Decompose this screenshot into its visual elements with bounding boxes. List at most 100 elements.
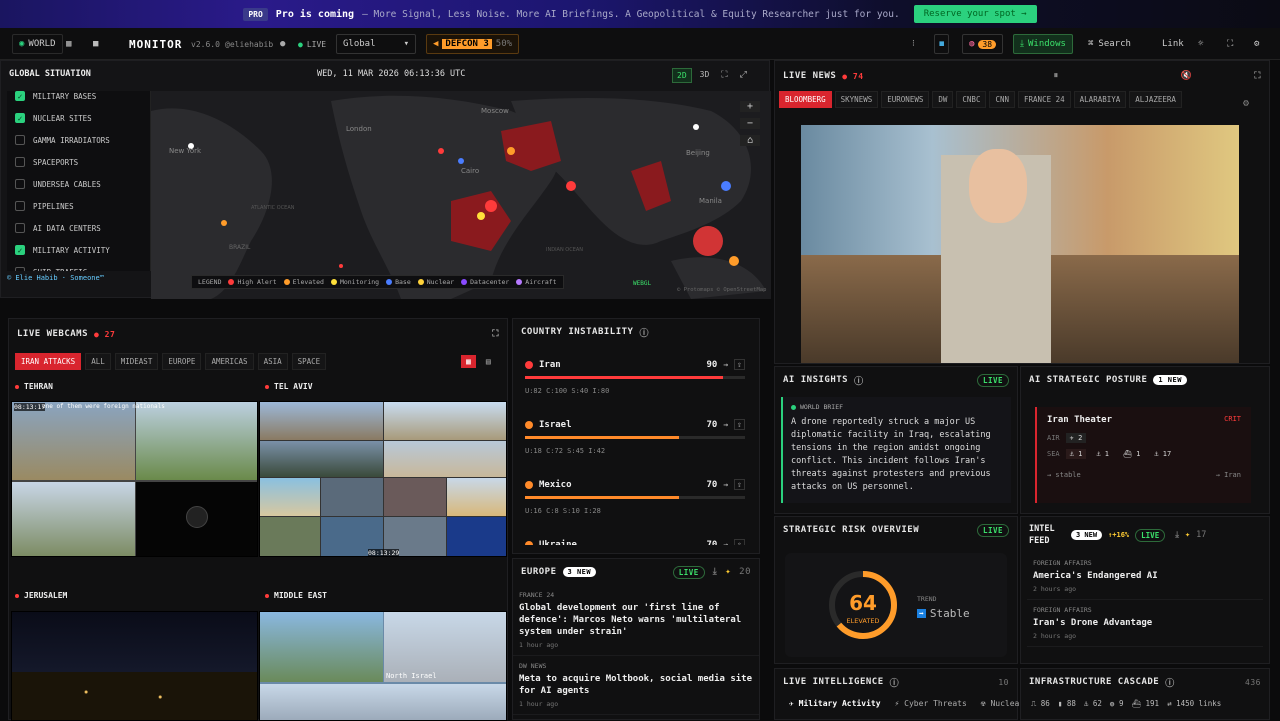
channel-tab[interactable]: DW <box>932 91 954 108</box>
layer-toggle[interactable]: ✓ MILITARY BASES <box>7 91 150 107</box>
download-icon[interactable]: ⤓ <box>1175 530 1179 540</box>
info-icon[interactable]: ⁝ <box>912 34 915 54</box>
help-icon[interactable]: ⓘ <box>854 374 864 387</box>
grid-icon[interactable]: ▦ <box>66 34 71 54</box>
region-select[interactable]: Global ▾ <box>336 34 416 54</box>
settings-gear-icon[interactable]: ⚙ <box>1254 34 1259 54</box>
windows-download-button[interactable]: ⤓ Windows <box>1013 34 1073 54</box>
mute-icon[interactable]: 🔇 <box>1181 71 1193 81</box>
news-video-player[interactable] <box>801 125 1239 363</box>
home-icon[interactable]: ⌂ <box>740 135 760 146</box>
mode-2d-button[interactable]: 2D <box>672 68 692 83</box>
layer-toggle[interactable]: PIPELINES <box>7 195 150 217</box>
fullscreen-icon[interactable]: ⛶ <box>1227 34 1233 54</box>
github-icon[interactable]: ● <box>280 34 285 54</box>
country-row[interactable]: Iran 90 → ⇪ U:82 C:100 S:40 I:80 <box>525 359 745 395</box>
telaviv-webcam[interactable]: 08:13:29 <box>259 401 507 557</box>
layer-toggle[interactable]: ✓ MILITARY ACTIVITY <box>7 239 150 261</box>
channel-tab[interactable]: CNBC <box>956 91 987 108</box>
share-icon[interactable]: ⇪ <box>734 479 745 490</box>
webcam-tab[interactable]: IRAN ATTACKS <box>15 353 82 370</box>
legend-dot-icon <box>330 279 337 285</box>
world-map[interactable]: Moscow London New York Cairo Beijing Man… <box>151 91 771 299</box>
country-row[interactable]: Israel 70 → ⇪ U:18 C:72 S:45 I:42 <box>525 419 745 455</box>
square-icon[interactable]: ■ <box>93 34 98 54</box>
ship-icon: ⚓ 1 <box>1065 449 1087 459</box>
channel-tab[interactable]: SKYNEWS <box>834 91 879 108</box>
alerts-button[interactable]: ◍ 38 <box>962 34 1004 54</box>
list-view-icon[interactable]: ▤ <box>481 355 496 368</box>
checkbox[interactable]: ✓ <box>15 91 25 101</box>
pause-icon[interactable]: ⏸ <box>1054 71 1059 81</box>
channel-tab[interactable]: ALARABIYA <box>1073 91 1127 108</box>
download-icon[interactable]: ⤓ <box>713 567 717 577</box>
zoom-in-button[interactable]: + <box>740 101 760 112</box>
zoom-out-button[interactable]: − <box>740 118 760 129</box>
help-icon[interactable]: ⓘ <box>639 326 649 339</box>
help-icon[interactable]: ⓘ <box>1165 676 1175 689</box>
webcam-tab[interactable]: MIDEAST <box>114 353 159 370</box>
layer-toggle[interactable]: SPACEPORTS <box>7 151 150 173</box>
news-item[interactable]: DW NEWS Meta to acquire Moltbook, social … <box>513 656 759 715</box>
tab-cyber-threats[interactable]: ⚡ Cyber Threats <box>895 699 967 708</box>
checkbox[interactable]: ✓ <box>15 245 25 255</box>
tab-nuclear[interactable]: ☢ Nuclear <box>981 699 1024 708</box>
channel-tab[interactable]: ALJAZEERA <box>1129 91 1182 108</box>
layer-toggle[interactable]: UNDERSEA CABLES <box>7 173 150 195</box>
country-row[interactable]: Mexico 70 → ⇪ U:16 C:8 S:10 I:28 <box>525 479 745 515</box>
checkbox[interactable] <box>15 201 25 211</box>
defcon-indicator[interactable]: ◀ DEFCON 3 50% <box>426 34 520 54</box>
share-icon[interactable]: ⇪ <box>734 359 745 370</box>
tehran-webcam[interactable]: 08:13:17 one of them were foreign nation… <box>11 401 258 557</box>
author-handle[interactable]: @eliehabib <box>225 34 273 54</box>
intel-item[interactable]: FOREIGN AFFAIRS Iran's Drone Advantage 2 h… <box>1027 600 1263 647</box>
checkbox[interactable] <box>15 157 25 167</box>
theme-toggle-icon[interactable]: ☼ <box>1198 34 1203 54</box>
svg-text:ATLANTIC OCEAN: ATLANTIC OCEAN <box>251 205 295 211</box>
sparkle-icon[interactable]: ✦ <box>1185 530 1190 540</box>
webcam-tab[interactable]: ALL <box>85 353 111 370</box>
expand-icon[interactable]: ⛶ <box>492 329 499 339</box>
webcam-tab[interactable]: SPACE <box>291 353 327 370</box>
window-icon[interactable]: ◼ <box>934 34 950 54</box>
tab-military-activity[interactable]: ✈ Military Activity <box>789 699 881 708</box>
iran-theater-card[interactable]: Iran Theater CRIT AIR ✈ 2 SEA ⚓ 1 ⚓ 1 ⛴ 1 ⚓ 17… <box>1035 407 1251 503</box>
expand-icon[interactable]: ⛶ <box>717 68 731 83</box>
layer-toggle[interactable]: AI DATA CENTERS <box>7 217 150 239</box>
checkbox[interactable] <box>15 179 25 189</box>
collapse-icon[interactable]: ⤢ <box>736 68 751 83</box>
layer-toggle[interactable]: SHIP TRAFFIC <box>7 261 150 271</box>
channel-tab[interactable]: FRANCE 24 <box>1018 91 1071 108</box>
channel-tab[interactable]: EURONEWS <box>881 91 930 108</box>
checkbox[interactable] <box>15 135 25 145</box>
webcam-tab[interactable]: ASIA <box>257 353 288 370</box>
news-item[interactable]: FRANCE 24 Global development our 'first l… <box>513 585 759 656</box>
search-button[interactable]: ⌘ Search <box>1088 34 1131 54</box>
country-row[interactable]: Ukraine 70 → ⇪ <box>525 539 745 545</box>
svg-text:ELEVATED: ELEVATED <box>847 617 880 625</box>
grid-view-icon[interactable]: ▦ <box>461 355 476 368</box>
share-icon[interactable]: ⇪ <box>734 419 745 430</box>
channel-tab[interactable]: BLOOMBERG <box>779 91 832 108</box>
reserve-spot-button[interactable]: Reserve your spot → <box>913 5 1037 23</box>
checkbox[interactable]: ✓ <box>15 113 25 123</box>
world-variant-button[interactable]: ◉ WORLD <box>12 34 63 54</box>
checkbox[interactable] <box>15 223 25 233</box>
settings-gear-icon[interactable]: ⚙ <box>1243 98 1249 109</box>
middle-east-webcam[interactable]: North Israel <box>259 611 507 721</box>
sparkle-icon[interactable]: ✦ <box>725 567 731 577</box>
expand-icon[interactable]: ⛶ <box>1254 71 1261 81</box>
mode-3d-button[interactable]: 3D <box>696 68 714 83</box>
jerusalem-webcam[interactable] <box>11 611 258 721</box>
link-button[interactable]: Link <box>1162 34 1184 54</box>
help-icon[interactable]: ⓘ <box>890 676 900 689</box>
webcam-tab[interactable]: AMERICAS <box>205 353 254 370</box>
svg-text:Moscow: Moscow <box>481 107 509 115</box>
checkbox[interactable] <box>15 267 25 271</box>
layer-toggle[interactable]: ✓ NUCLEAR SITES <box>7 107 150 129</box>
share-icon[interactable]: ⇪ <box>734 539 745 545</box>
webcam-tab[interactable]: EUROPE <box>162 353 202 370</box>
channel-tab[interactable]: CNN <box>989 91 1016 108</box>
layer-toggle[interactable]: GAMMA IRRADIATORS <box>7 129 150 151</box>
intel-item[interactable]: FOREIGN AFFAIRS America's Endangered AI 2 … <box>1027 553 1263 600</box>
